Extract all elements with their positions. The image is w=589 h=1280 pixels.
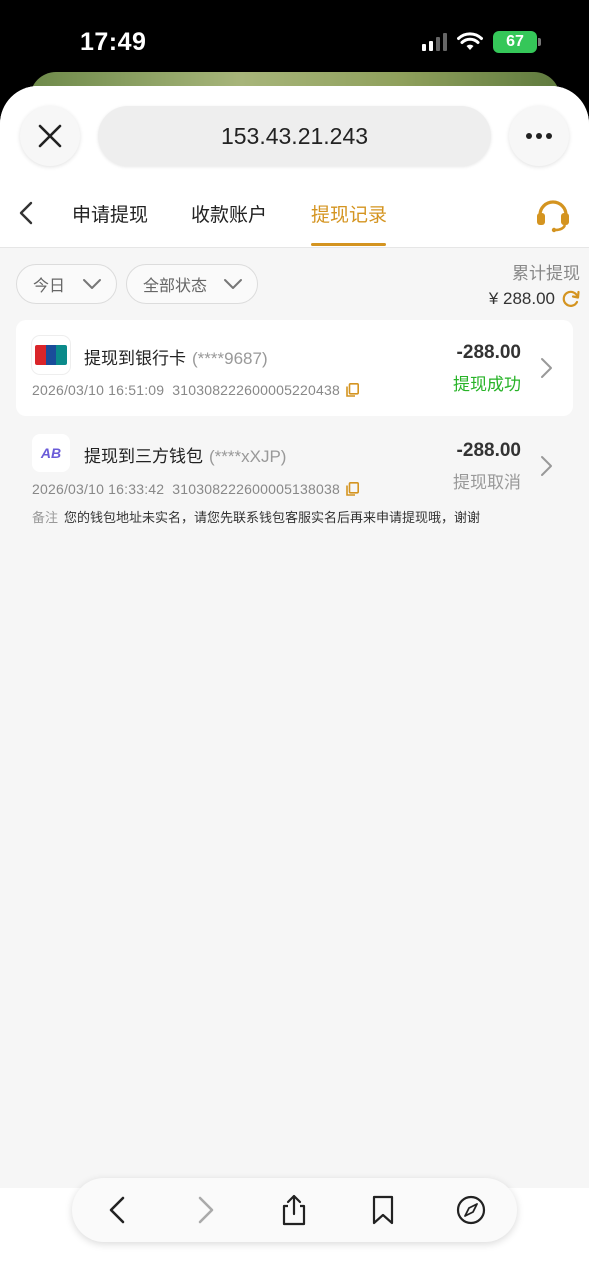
tab-withdraw-records[interactable]: 提现记录 (311, 200, 387, 227)
bookmarks-icon[interactable] (368, 1194, 398, 1226)
chevron-down-icon (83, 279, 101, 289)
tab-payee-accounts[interactable]: 收款账户 (191, 200, 267, 227)
tab-apply-withdraw[interactable]: 申请提现 (72, 200, 148, 227)
record-note: 备注 您的钱包地址未实名，请您先联系钱包客服实名后再来申请提现哦，谢谢 (32, 507, 480, 526)
chevron-right-icon (541, 358, 552, 378)
record-meta: 2026/03/10 16:33:42 310308222600005138038 (32, 481, 359, 497)
status-time: 17:49 (80, 28, 147, 56)
customer-service-headset-icon[interactable] (533, 194, 573, 234)
refresh-icon[interactable] (561, 289, 581, 309)
record-note-text: 您的钱包地址未实名，请您先联系钱包客服实名后再来申请提现哦，谢谢 (64, 510, 481, 525)
record-meta: 2026/03/10 16:51:09 310308222600005220438 (32, 382, 359, 398)
browser-forward-icon[interactable] (190, 1194, 220, 1226)
record-status: 提现成功 (453, 375, 521, 394)
chevron-right-icon (541, 456, 552, 476)
record-title-text: 提现到三方钱包 (84, 447, 203, 466)
close-icon (38, 124, 62, 148)
chevron-down-icon (224, 279, 242, 289)
record-title: 提现到三方钱包 (****xXJP) (84, 442, 286, 467)
record-title: 提现到银行卡 (****9687) (84, 344, 268, 369)
back-arrow-icon[interactable] (14, 198, 40, 228)
close-button[interactable] (20, 106, 80, 166)
record-account: (****9687) (192, 349, 268, 368)
status-filter-value: 全部状态 (143, 278, 208, 295)
copy-icon[interactable] (346, 482, 359, 496)
url-text: 153.43.21.243 (220, 122, 369, 149)
browser-sheet: 153.43.21.243 申请提现 收款账户 提现记录 今日 全部状态 累计提… (0, 86, 589, 1280)
date-filter-dropdown[interactable]: 今日 (16, 264, 117, 304)
withdraw-record-card[interactable]: 提现到银行卡 (****9687) 2026/03/10 16:51:09 3103… (16, 320, 573, 416)
more-button[interactable] (509, 106, 569, 166)
record-amount: -288.00 (456, 440, 521, 461)
total-withdrawn-amount: ¥ 288.00 (488, 289, 555, 308)
share-icon[interactable] (279, 1194, 309, 1226)
record-amount: -288.00 (456, 342, 521, 363)
status-icons: 67 (422, 31, 541, 53)
copy-icon[interactable] (346, 383, 359, 397)
date-filter-value: 今日 (33, 278, 66, 295)
battery-icon: 67 (493, 31, 541, 53)
record-order-number: 310308222600005138038 (172, 481, 340, 497)
record-note-label: 备注 (32, 510, 59, 525)
abpay-icon: AB (32, 434, 70, 472)
unionpay-icon (32, 336, 70, 374)
total-withdrawn-label: 累计提现 (512, 264, 580, 283)
withdraw-record-card[interactable]: AB 提现到三方钱包 (****xXJP) 2026/03/10 16:33:42… (16, 420, 573, 530)
url-bar[interactable]: 153.43.21.243 (98, 106, 491, 166)
record-order-number: 310308222600005220438 (172, 382, 340, 398)
compass-icon[interactable] (456, 1194, 486, 1226)
tab-bar: 申请提现 收款账户 提现记录 (0, 186, 589, 248)
unionpay-logo (35, 345, 67, 365)
status-filter-dropdown[interactable]: 全部状态 (126, 264, 258, 304)
battery-level: 67 (506, 33, 524, 50)
more-icon (526, 133, 552, 139)
record-account: (****xXJP) (209, 447, 287, 466)
record-status: 提现取消 (453, 473, 521, 492)
active-tab-indicator (311, 243, 386, 246)
browser-toolbar (72, 1178, 517, 1242)
record-title-text: 提现到银行卡 (84, 349, 186, 368)
record-time: 2026/03/10 16:51:09 (32, 382, 165, 398)
abpay-logo: AB (40, 445, 62, 461)
record-time: 2026/03/10 16:33:42 (32, 481, 165, 497)
cellular-signal-icon (422, 33, 447, 51)
browser-back-icon[interactable] (103, 1194, 133, 1226)
wifi-icon (457, 32, 483, 50)
